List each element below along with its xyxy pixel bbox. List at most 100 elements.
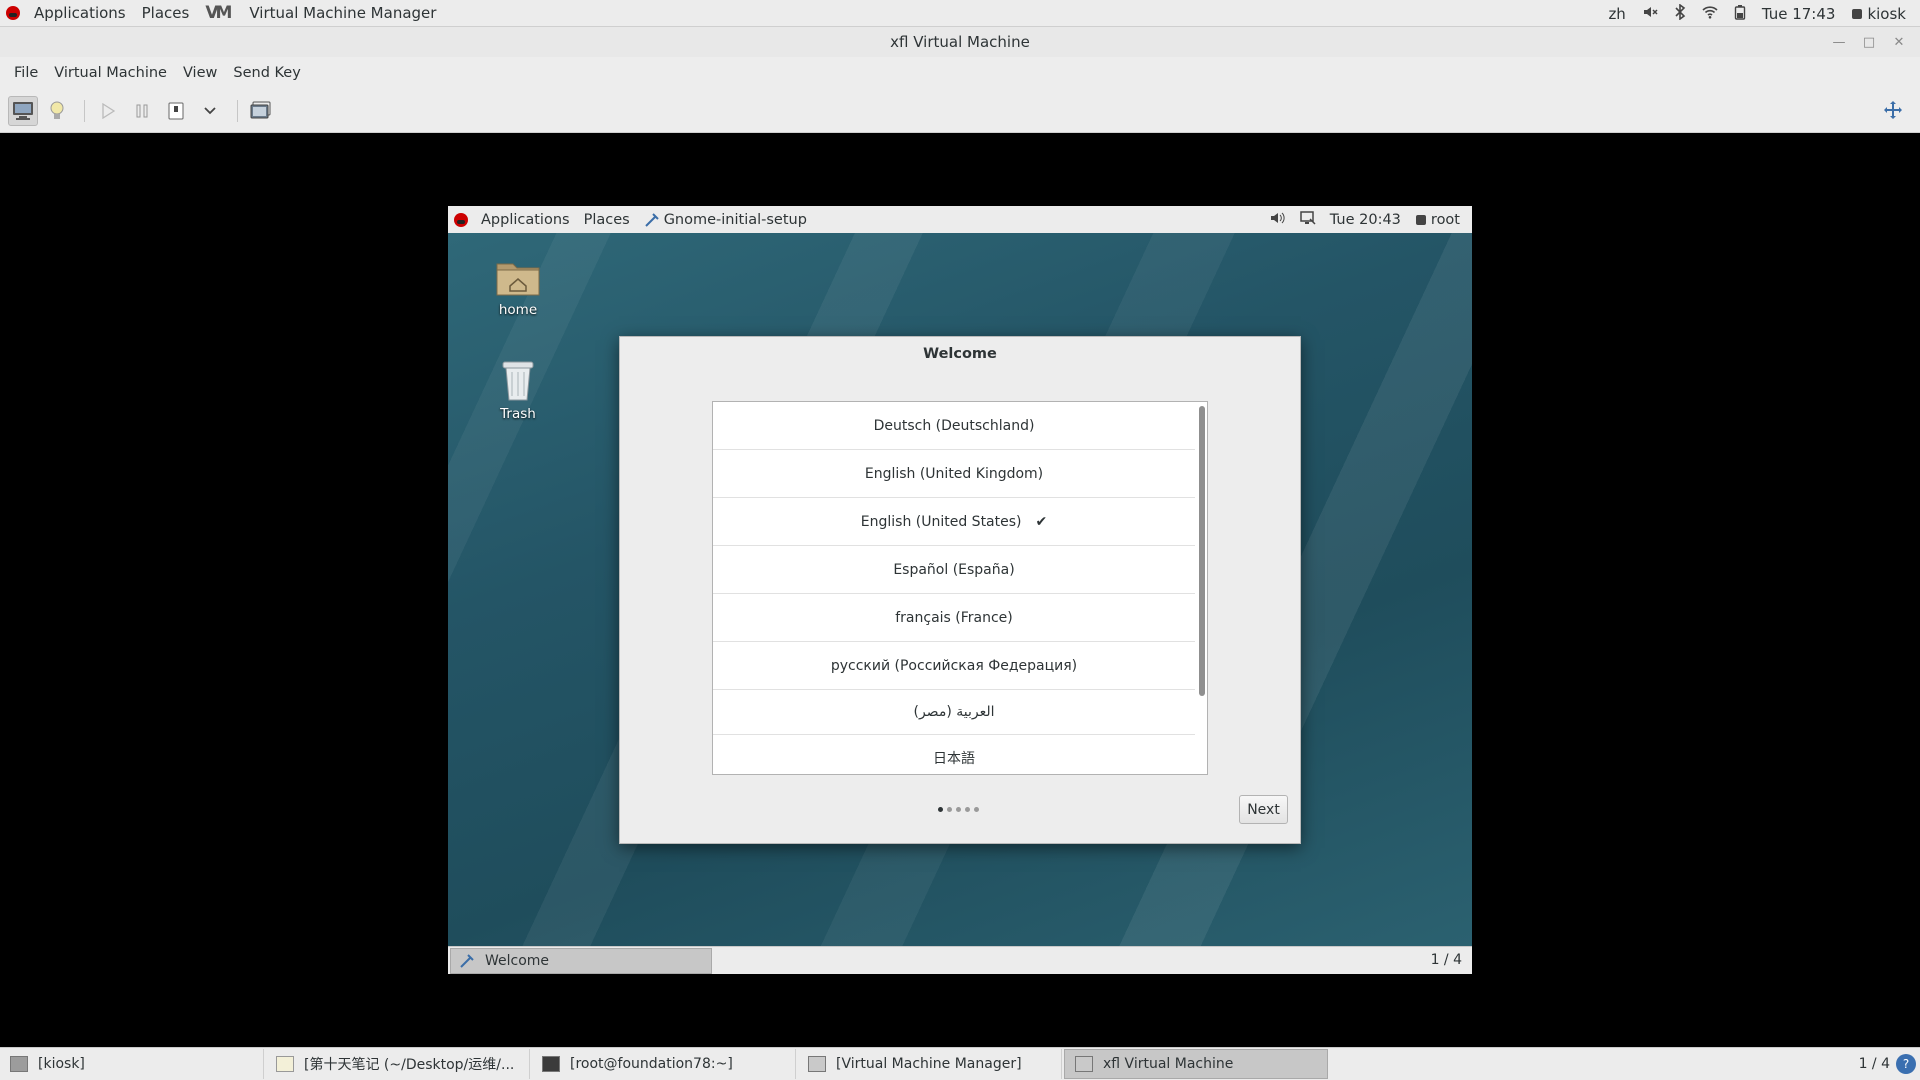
host-top-panel: Applications Places VM Virtual Machine M… (0, 0, 1920, 27)
taskbar-item-xfl-vm[interactable]: xfl Virtual Machine (1064, 1049, 1328, 1079)
dialog-title: Welcome (923, 346, 997, 362)
guest-task-label: Welcome (485, 952, 550, 969)
guest-places-menu[interactable]: Places (577, 212, 637, 228)
chevron-down-icon (204, 106, 216, 114)
details-view-button[interactable] (42, 96, 72, 126)
snapshot-icon (250, 101, 271, 118)
lightbulb-icon (50, 101, 64, 119)
taskbar-item-terminal[interactable]: [root@foundation78:~] (532, 1049, 796, 1079)
monitor-icon (13, 101, 33, 120)
run-button[interactable] (93, 96, 123, 126)
page-dot (956, 807, 961, 812)
language-row[interactable]: Español (España) (713, 546, 1195, 594)
window-title-bar[interactable]: xfl Virtual Machine — □ ✕ (0, 27, 1920, 57)
checkmark-icon: ✔ (1035, 513, 1048, 530)
taskbar-item-label: [root@foundation78:~] (570, 1056, 733, 1072)
redhat-logo-icon (454, 212, 468, 227)
guest-volume-icon[interactable] (1270, 211, 1286, 229)
language-list[interactable]: Deutsch (Deutschland) English (United Ki… (712, 401, 1208, 775)
desktop-icon-home[interactable]: home (473, 256, 563, 318)
language-row[interactable]: français (France) (713, 594, 1195, 642)
language-label: العربية (مصر) (913, 704, 995, 720)
language-row[interactable]: 日本語 (713, 735, 1195, 774)
taskbar-item-label: [Virtual Machine Manager] (836, 1056, 1022, 1072)
user-menu[interactable]: kiosk (1851, 5, 1906, 23)
trash-icon (502, 361, 534, 401)
guest-network-icon[interactable] (1300, 210, 1316, 230)
toolbar-separator (84, 99, 85, 122)
tools-icon (460, 953, 474, 968)
close-button[interactable]: ✕ (1886, 33, 1912, 51)
language-list-scrollbar[interactable] (1199, 406, 1205, 696)
desktop-icon-label: home (498, 302, 538, 318)
bluetooth-icon[interactable] (1674, 2, 1686, 24)
welcome-dialog: Welcome Deutsch (Deutschland) English (U… (619, 336, 1301, 844)
snapshots-button[interactable] (246, 96, 276, 126)
guest-user-menu[interactable]: root (1415, 212, 1460, 228)
page-dot (947, 807, 952, 812)
fullscreen-icon (1884, 101, 1902, 119)
guest-task-welcome[interactable]: Welcome (450, 947, 712, 974)
menu-virtual-machine[interactable]: Virtual Machine (46, 65, 175, 81)
menu-bar: File Virtual Machine View Send Key (0, 57, 1920, 89)
shutdown-button[interactable] (161, 96, 191, 126)
pause-button[interactable] (127, 96, 157, 126)
clock[interactable]: Tue 17:43 (1762, 5, 1836, 23)
page-dot (965, 807, 970, 812)
maximize-button[interactable]: □ (1856, 33, 1882, 51)
language-label: English (United States) (860, 513, 1022, 530)
desktop-icon-label: Trash (500, 406, 536, 422)
redhat-logo-icon (6, 6, 20, 20)
window-icon (10, 1056, 28, 1072)
user-icon (1415, 214, 1426, 225)
guest-workspace-pager[interactable]: 1 / 4 (1431, 952, 1462, 968)
fullscreen-button[interactable] (1878, 96, 1908, 126)
window-title: xfl Virtual Machine (890, 33, 1030, 51)
home-folder-icon (496, 263, 540, 296)
taskbar-item-kiosk[interactable]: [kiosk] (0, 1049, 264, 1079)
language-row[interactable]: Deutsch (Deutschland) (713, 402, 1195, 450)
taskbar-item-virt-manager[interactable]: [Virtual Machine Manager] (798, 1049, 1062, 1079)
guest-applications-menu[interactable]: Applications (474, 212, 577, 228)
page-dot (938, 807, 943, 812)
shutdown-menu-button[interactable] (195, 96, 225, 126)
menu-file[interactable]: File (6, 65, 46, 81)
host-bottom-taskbar: [kiosk] [第十天笔记 (~/Desktop/运维/... [root@f… (0, 1047, 1920, 1080)
menu-send-key[interactable]: Send Key (225, 65, 308, 81)
menu-view[interactable]: View (175, 65, 225, 81)
desktop-icon-trash[interactable]: Trash (473, 356, 563, 422)
guest-top-panel: Applications Places Gnome-initial-setup … (448, 206, 1472, 233)
volume-muted-icon[interactable] (1642, 4, 1658, 24)
help-icon[interactable]: ? (1896, 1054, 1916, 1074)
battery-icon[interactable] (1734, 4, 1746, 24)
active-app-menu[interactable]: VM Virtual Machine Manager (197, 0, 444, 27)
language-label: Español (España) (893, 561, 1015, 578)
applications-menu[interactable]: Applications (26, 0, 134, 27)
vm-console[interactable]: Applications Places Gnome-initial-setup … (448, 206, 1472, 974)
toolbar-separator (237, 99, 238, 122)
wifi-icon[interactable] (1702, 5, 1718, 23)
taskbar-item-label: [kiosk] (38, 1056, 85, 1072)
taskbar-item-notes[interactable]: [第十天笔记 (~/Desktop/运维/... (266, 1049, 530, 1079)
guest-active-app-label: Gnome-initial-setup (663, 211, 807, 228)
language-row[interactable]: русский (Российская Федерация) (713, 642, 1195, 690)
language-label: français (France) (895, 609, 1013, 626)
minimize-button[interactable]: — (1826, 33, 1852, 51)
guest-active-app-menu[interactable]: Gnome-initial-setup (637, 212, 814, 228)
language-label: Deutsch (Deutschland) (873, 417, 1035, 434)
active-app-label: Virtual Machine Manager (249, 4, 437, 22)
page-dot (974, 807, 979, 812)
virt-manager-icon (1075, 1056, 1093, 1072)
language-row-selected[interactable]: English (United States) ✔ (713, 498, 1195, 546)
language-row[interactable]: English (United Kingdom) (713, 450, 1195, 498)
console-view-button[interactable] (8, 95, 38, 126)
places-menu[interactable]: Places (134, 0, 198, 27)
taskbar-item-label: xfl Virtual Machine (1103, 1056, 1234, 1072)
workspace-pager[interactable]: 1 / 4 (1859, 1056, 1890, 1072)
language-label: 日本語 (933, 750, 975, 767)
next-button[interactable]: Next (1239, 795, 1288, 824)
language-row[interactable]: العربية (مصر) (713, 690, 1195, 735)
taskbar-item-label: [第十天笔记 (~/Desktop/运维/... (304, 1057, 515, 1073)
input-method-indicator[interactable]: zh (1608, 5, 1625, 23)
guest-clock[interactable]: Tue 20:43 (1330, 212, 1401, 228)
